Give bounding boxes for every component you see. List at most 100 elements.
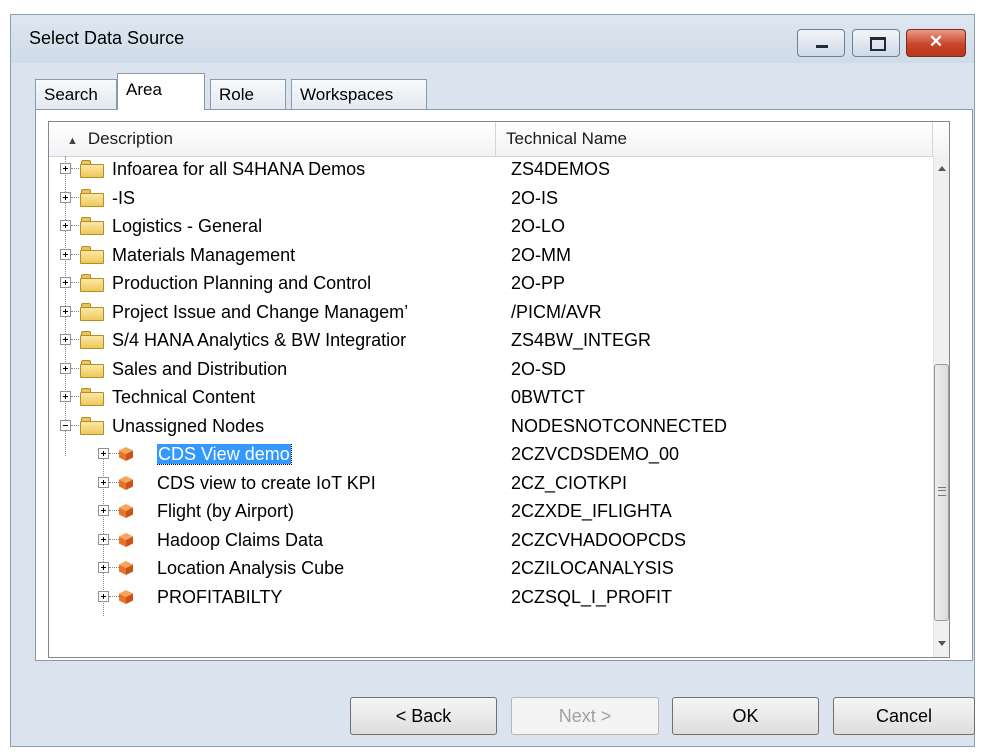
tree-row-folder[interactable]: Logistics - General 2O-LO	[49, 213, 933, 241]
row-technical-name: 2CZILOCANALYSIS	[511, 558, 674, 578]
row-technical-name: 2CZCVHADOOPCDS	[511, 529, 687, 550]
expand-toggle-icon[interactable]	[98, 590, 109, 602]
tree-row-cube[interactable]: Flight (by Airport) 2CZXDE_IFLIGHTA	[49, 498, 933, 526]
row-description: Project Issue and Change Managem’	[112, 302, 509, 323]
close-button[interactable]: ✕	[906, 29, 966, 57]
item-label: Hadoop Claims Data	[157, 529, 324, 550]
cube-icon	[119, 447, 133, 461]
item-label: CDS view to create IoT KPI	[157, 472, 376, 493]
vertical-scrollbar[interactable]	[933, 156, 949, 657]
cube-icon	[119, 532, 133, 547]
collapse-toggle-icon[interactable]	[60, 419, 71, 431]
row-technical-name: 0BWTCT	[511, 387, 585, 407]
item-label: Materials Management	[112, 244, 296, 265]
tree-row-folder[interactable]: Infoarea for all S4HANA Demos ZS4DEMOS	[49, 156, 933, 184]
scroll-up-arrow-icon[interactable]	[934, 156, 949, 190]
close-icon: ✕	[928, 32, 944, 51]
tree-row-folder[interactable]: Technical Content 0BWTCT	[49, 384, 933, 412]
tab-role[interactable]: Role	[210, 79, 286, 109]
tree-row-cube[interactable]: CDS view to create IoT KPI 2CZ_CIOTKPI	[49, 470, 933, 498]
select-data-source-dialog: Select Data Source ✕ Search Area Role Wo…	[10, 14, 975, 747]
tree-row-cube[interactable]: CDS View demo 2CZVCDSDEMO_00	[49, 441, 933, 469]
expand-toggle-icon[interactable]	[60, 334, 71, 345]
row-description: Technical Content	[112, 387, 509, 408]
dialog-title: Select Data Source	[29, 28, 185, 48]
tree-row-folder[interactable]: Unassigned Nodes NODESNOTCONNECTED	[49, 413, 933, 441]
item-label: Technical Content	[112, 387, 256, 407]
folder-icon	[80, 416, 104, 435]
item-label: PROFITABILTY	[157, 586, 283, 607]
scroll-thumb[interactable]	[934, 364, 949, 621]
expand-toggle-icon[interactable]	[60, 163, 71, 174]
tree-row-folder[interactable]: Project Issue and Change Managem’ /PICM/A…	[49, 299, 933, 327]
item-label: Sales and Distribution	[112, 358, 288, 379]
next-button[interactable]: Next >	[511, 697, 659, 735]
row-technical-name: 2O-MM	[511, 244, 571, 265]
expand-toggle-icon[interactable]	[60, 305, 71, 317]
item-label: Logistics - General	[112, 216, 263, 236]
item-label: Unassigned Nodes	[112, 415, 265, 436]
expand-toggle-icon[interactable]	[60, 362, 71, 374]
tree-row-cube[interactable]: Hadoop Claims Data 2CZCVHADOOPCDS	[49, 527, 933, 555]
tree-row-cube[interactable]: Location Analysis Cube 2CZILOCANALYSIS	[49, 555, 933, 583]
row-technical-name: 2CZ_CIOTKPI	[511, 472, 628, 493]
expand-toggle-icon[interactable]	[60, 248, 71, 260]
row-description: Infoarea for all S4HANA Demos	[112, 159, 509, 180]
tab-search[interactable]: Search	[35, 79, 117, 109]
item-label: -IS	[112, 187, 136, 208]
row-description: PROFITABILTY	[157, 587, 509, 608]
item-label: Project Issue and Change Managem’	[112, 301, 409, 322]
selected-item-label: CDS View demo	[157, 444, 292, 465]
data-source-tree-list: ▲ Description Technical Name Infoarea for…	[48, 121, 950, 658]
item-label: Infoarea for all S4HANA Demos	[112, 159, 366, 179]
cube-icon	[119, 589, 133, 604]
expand-toggle-icon[interactable]	[60, 277, 71, 288]
row-description: Flight (by Airport)	[157, 501, 509, 522]
row-description: Materials Management	[112, 245, 509, 266]
row-technical-name: /PICM/AVR	[511, 301, 602, 322]
scroll-down-arrow-icon[interactable]	[934, 623, 949, 657]
expand-toggle-icon[interactable]	[98, 505, 109, 516]
expand-toggle-icon[interactable]	[60, 220, 71, 231]
tree-row-folder[interactable]: -IS 2O-IS	[49, 185, 933, 213]
row-description: Unassigned Nodes	[112, 416, 509, 437]
row-description: S/4 HANA Analytics & BW Integratior	[112, 330, 509, 351]
row-technical-name: NODESNOTCONNECTED	[511, 415, 728, 436]
expand-toggle-icon[interactable]	[60, 191, 71, 203]
folder-icon	[80, 160, 104, 178]
expand-toggle-icon[interactable]	[98, 448, 109, 459]
expand-toggle-icon[interactable]	[60, 391, 71, 402]
ok-button[interactable]: OK	[672, 697, 819, 735]
row-technical-name: ZS4BW_INTEGR	[511, 330, 652, 350]
row-description: Production Planning and Control	[112, 273, 509, 294]
item-label: Flight (by Airport)	[157, 501, 295, 521]
tree-row-folder[interactable]: Sales and Distribution 2O-SD	[49, 356, 933, 384]
tree-row-folder[interactable]: Production Planning and Control 2O-PP	[49, 270, 933, 298]
tree-row-cube[interactable]: PROFITABILTY 2CZSQL_I_PROFIT	[49, 584, 933, 612]
tab-workspaces[interactable]: Workspaces	[291, 79, 427, 109]
column-header-description[interactable]: ▲ Description	[49, 122, 496, 156]
cube-icon	[119, 561, 133, 575]
tree-row-folder[interactable]: S/4 HANA Analytics & BW Integratior ZS4BW…	[49, 327, 933, 355]
folder-icon	[80, 359, 104, 378]
column-header-row: ▲ Description Technical Name	[49, 122, 949, 157]
cancel-button[interactable]: Cancel	[833, 697, 975, 735]
sort-ascending-icon: ▲	[67, 135, 78, 147]
grip-icon	[938, 487, 946, 496]
maximize-button[interactable]	[852, 29, 900, 57]
folder-icon	[80, 331, 104, 349]
row-description: Location Analysis Cube	[157, 558, 509, 579]
minimize-button[interactable]	[797, 29, 845, 57]
tree-row-folder[interactable]: Materials Management 2O-MM	[49, 242, 933, 270]
back-button[interactable]: < Back	[350, 697, 497, 735]
expand-toggle-icon[interactable]	[98, 562, 109, 573]
column-header-technical-name[interactable]: Technical Name	[496, 122, 933, 156]
expand-toggle-icon[interactable]	[98, 533, 109, 545]
title-bar[interactable]: Select Data Source ✕	[11, 15, 974, 63]
item-label: S/4 HANA Analytics & BW Integratior	[112, 330, 407, 350]
row-description: CDS view to create IoT KPI	[157, 473, 509, 494]
item-label: Location Analysis Cube	[157, 558, 345, 578]
row-description: Hadoop Claims Data	[157, 530, 509, 551]
tab-area[interactable]: Area	[117, 73, 205, 110]
expand-toggle-icon[interactable]	[98, 476, 109, 488]
